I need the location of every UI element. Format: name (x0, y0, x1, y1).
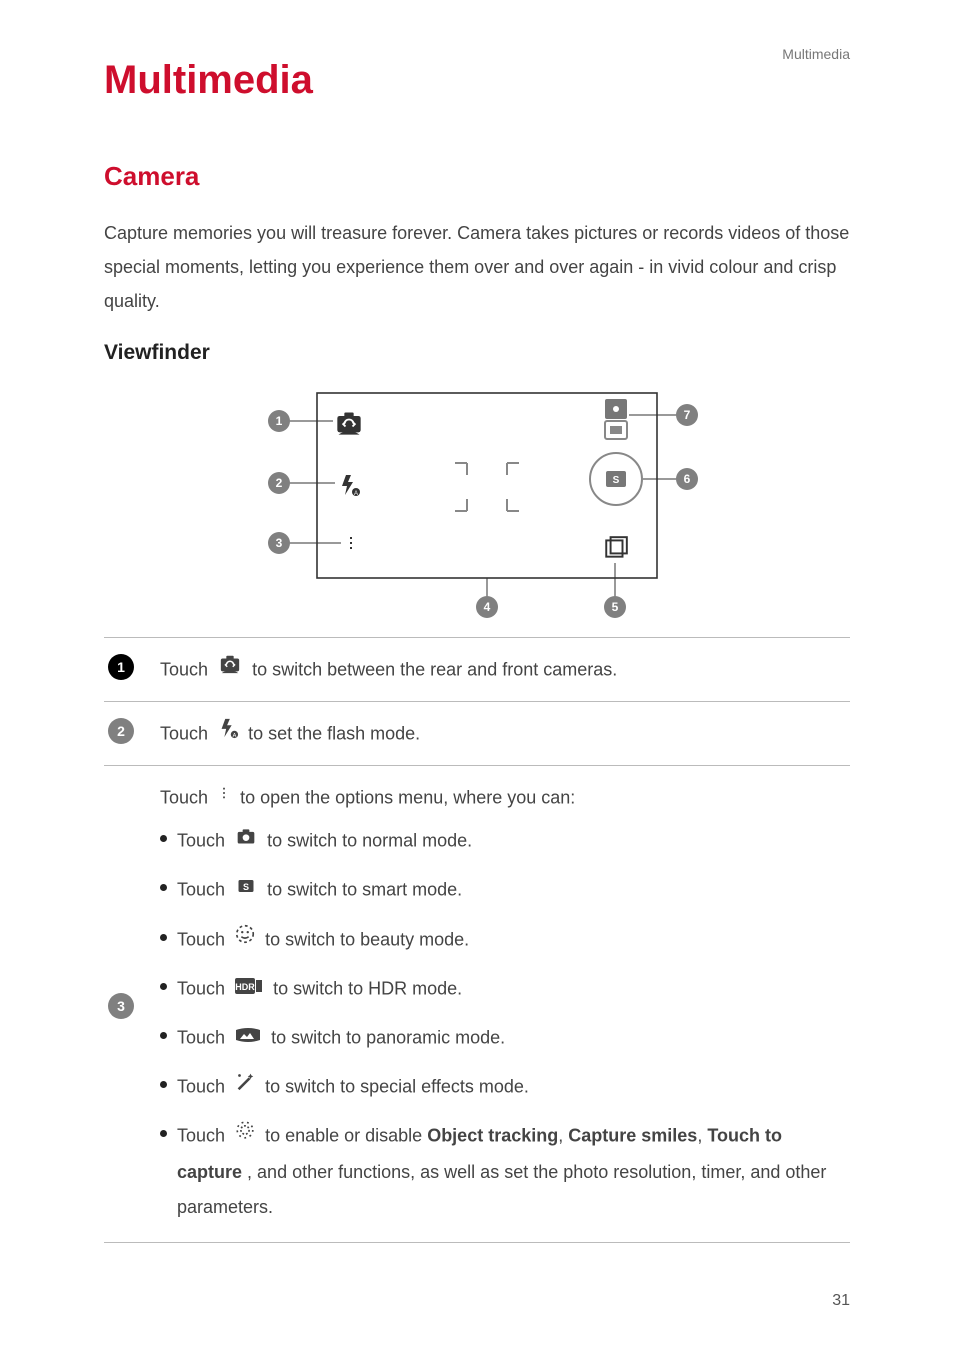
section-title: Camera (104, 161, 850, 192)
hdr-icon (234, 971, 264, 1005)
callout-4-label: 4 (484, 600, 491, 614)
b7-post: , and other functions, as well as set th… (177, 1162, 826, 1216)
b2-touch: Touch (177, 880, 230, 900)
page-number: 31 (832, 1292, 850, 1310)
b5-text: to switch to panoramic mode. (271, 1027, 505, 1047)
viewfinder-diagram: S 1 2 3 4 5 6 7 (217, 383, 737, 623)
b1-text: to switch to normal mode. (267, 830, 472, 850)
row3-lead-post: to open the options menu, where you can: (240, 787, 575, 807)
b3-touch: Touch (177, 929, 230, 949)
b4-text: to switch to HDR mode. (273, 978, 462, 998)
b6-touch: Touch (177, 1076, 230, 1096)
b4-touch: Touch (177, 978, 230, 998)
menu-dots-icon (217, 780, 231, 814)
badge-2: 2 (108, 718, 134, 744)
row-2: 2 Touch to set the flash mode. (104, 702, 850, 766)
smart-s-icon (234, 872, 258, 906)
b7-touch: Touch (177, 1126, 230, 1146)
row-1: 1 Touch to switch between the rear and f… (104, 638, 850, 702)
row2-post: to set the flash mode. (248, 723, 420, 743)
b7-bold1: Object tracking (427, 1126, 558, 1146)
callout-1-label: 1 (276, 414, 283, 428)
row3-lead-pre: Touch (160, 787, 213, 807)
svg-text:S: S (613, 475, 620, 486)
flash-icon (217, 716, 239, 750)
b1-touch: Touch (177, 830, 230, 850)
intro-paragraph: Capture memories you will treasure forev… (104, 216, 850, 319)
row2-pre: Touch (160, 723, 213, 743)
special-effects-icon (234, 1069, 256, 1103)
row1-post: to switch between the rear and front cam… (252, 659, 617, 679)
callout-7-label: 7 (684, 408, 691, 422)
b7-bold2: Capture smiles (568, 1126, 697, 1146)
gear-icon (234, 1118, 256, 1152)
callout-table: 1 Touch to switch between the rear and f… (104, 637, 850, 1243)
row1-pre: Touch (160, 659, 213, 679)
callout-3-label: 3 (276, 536, 283, 550)
badge-1: 1 (108, 654, 134, 680)
b7-pre: to enable or disable (265, 1126, 427, 1146)
b3-text: to switch to beauty mode. (265, 929, 469, 949)
breadcrumb: Multimedia (782, 46, 850, 62)
switch-camera-icon (217, 652, 243, 686)
callout-5-label: 5 (612, 600, 619, 614)
callout-6-label: 6 (684, 472, 691, 486)
panoramic-icon (234, 1020, 262, 1054)
normal-camera-icon (234, 823, 258, 857)
b6-text: to switch to special effects mode. (265, 1076, 529, 1096)
callout-2-label: 2 (276, 476, 283, 490)
page-title: Multimedia (104, 58, 850, 103)
row-3: 3 Touch to open the options menu, where … (104, 766, 850, 1243)
b5-touch: Touch (177, 1027, 230, 1047)
badge-3: 3 (108, 993, 134, 1019)
beauty-face-icon (234, 922, 256, 956)
b2-text: to switch to smart mode. (267, 880, 462, 900)
subsection-title: Viewfinder (104, 341, 850, 365)
